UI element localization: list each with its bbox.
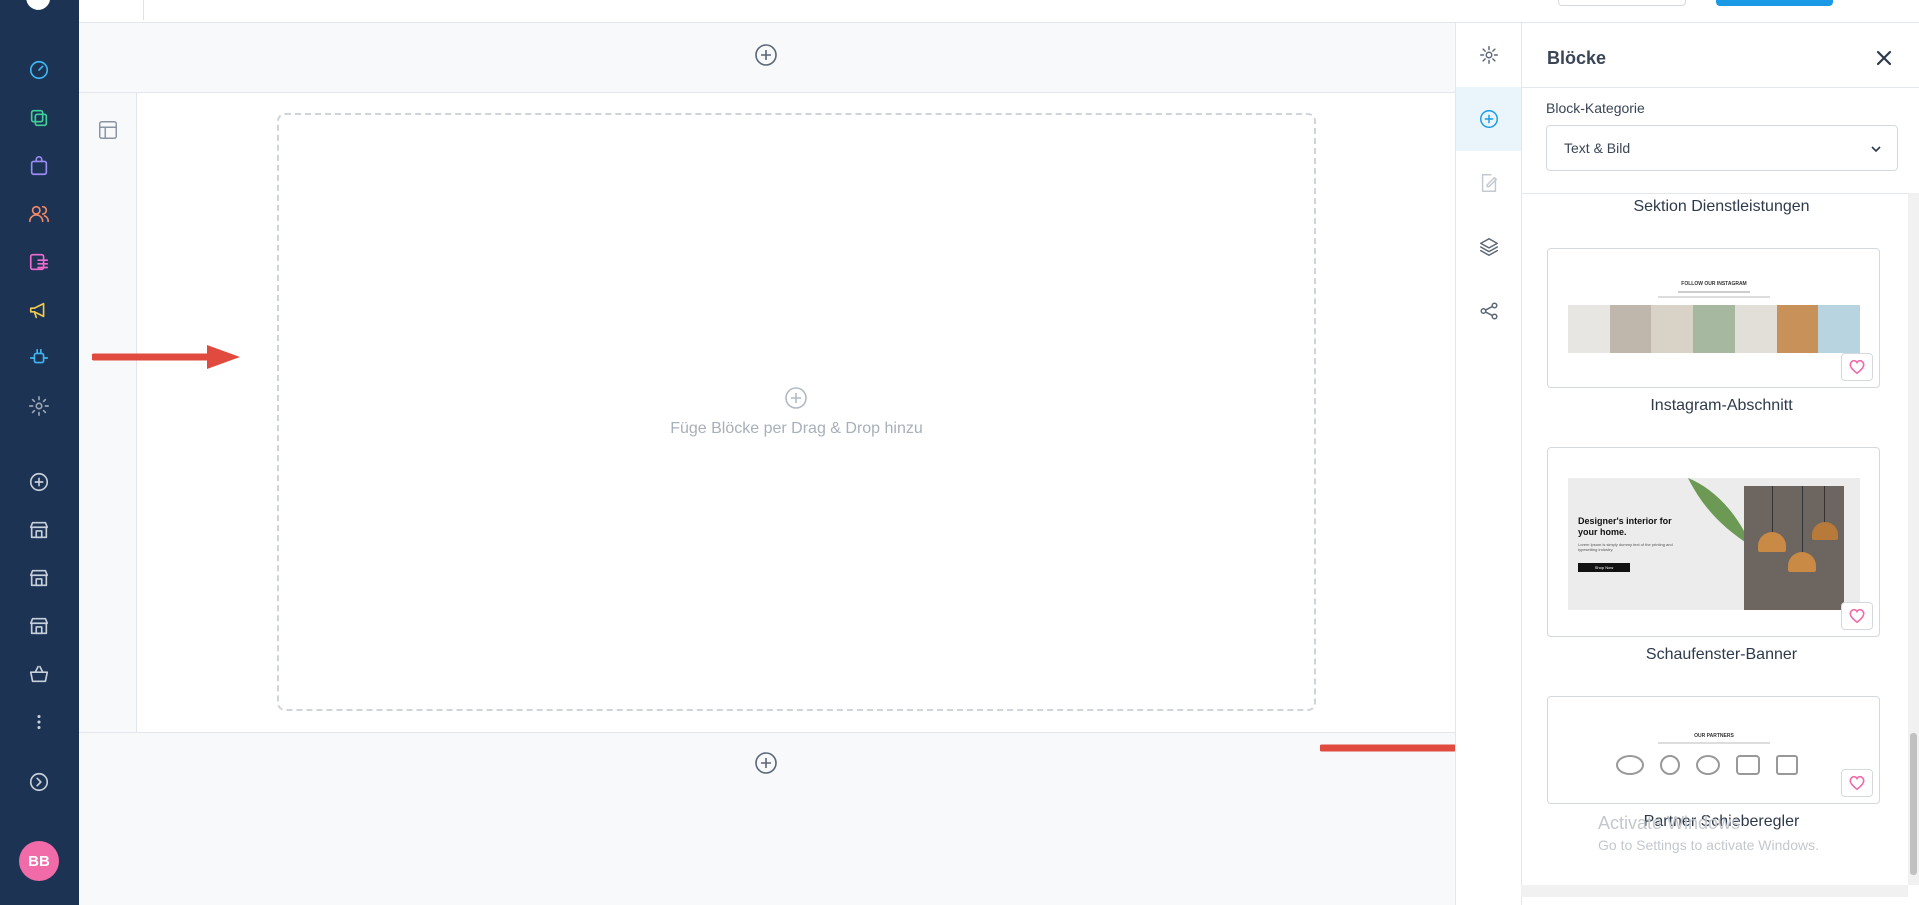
windows-watermark-hint: Go to Settings to activate Windows. [1598,837,1819,853]
gear-icon [1479,46,1498,64]
editor-tool-rail [1455,23,1521,905]
thumb-button: Shop Now [1578,563,1630,572]
plug-connector-icon[interactable] [24,343,54,373]
favorite-button[interactable] [1841,769,1873,797]
top-bar [79,0,1919,23]
store-icon[interactable] [24,515,54,545]
block-name: Schaufenster-Banner [1645,646,1798,663]
block-dropzone[interactable]: Füge Blöcke per Drag & Drop hinzu [277,113,1316,711]
expand-circle-icon[interactable] [24,767,54,797]
add-section-above-icon[interactable] [754,43,778,67]
partner-logo-icon [1736,755,1760,775]
palm-leaf-icon [1688,478,1751,546]
favorite-button[interactable] [1841,353,1873,381]
avatar[interactable]: BB [19,841,59,881]
shopping-bag-icon[interactable] [24,151,54,181]
editor-canvas: Füge Blöcke per Drag & Drop hinzu [79,23,1455,905]
thumb-text-line [1678,291,1750,293]
photo-strip [1568,305,1861,353]
dashboard-gauge-icon[interactable] [24,55,54,85]
layout-icon[interactable] [97,119,119,141]
chevron-down-icon [1871,146,1881,153]
block-name: Instagram-Abschnitt [1650,397,1793,414]
windows-watermark-title: Activate Windows [1598,813,1741,833]
block-list-scrollbar[interactable] [1908,193,1919,885]
red-arrow-icon [92,345,240,369]
thumb-body: Lorem Ipsum is simply dummy text of the … [1578,542,1673,552]
secondary-action-button[interactable] [1558,0,1686,6]
rail-settings-tab[interactable] [1456,23,1521,87]
thumb-heading: FOLLOW OUR INSTAGRAM [1681,281,1747,287]
category-label: Block-Kategorie [1546,100,1645,116]
banner-thumbnail: Designer's interior for your home. Lorem… [1568,478,1860,610]
thumb-text-line [1658,296,1770,298]
add-block-icon [1479,110,1498,128]
users-icon[interactable] [24,199,54,229]
share-nodes-icon [1479,302,1498,320]
horizontal-scrollbar[interactable] [1521,885,1908,897]
partner-logo-icon [1696,755,1720,775]
rail-add-block-tab[interactable] [1456,87,1521,151]
favorite-button[interactable] [1841,602,1873,630]
add-section-below-icon[interactable] [754,751,778,775]
content-list-icon[interactable] [24,247,54,277]
rail-layers-tab[interactable] [1456,215,1521,279]
store-icon[interactable] [24,611,54,641]
block-name: Sektion Dienstleistungen [1633,198,1810,215]
thumb-heading: Designer's interior for your home. [1578,516,1672,537]
scrollbar-thumb[interactable] [1910,733,1917,875]
basket-icon[interactable] [24,659,54,689]
layers-icon [1479,238,1498,256]
blocks-panel: Blöcke Block-Kategorie Text & Bild Sekti… [1521,23,1919,905]
partner-logo-icon [1776,755,1798,775]
close-icon[interactable] [1874,48,1894,68]
app-logo-icon[interactable] [22,0,52,10]
edit-page-icon [1481,174,1497,192]
page-section[interactable]: Füge Blöcke per Drag & Drop hinzu [79,92,1455,733]
block-card-partner-slider[interactable]: OUR PARTNERS [1547,696,1880,804]
rail-share-tab[interactable] [1456,279,1521,343]
add-block-plus-icon[interactable] [784,386,808,410]
category-selected-value: Text & Bild [1564,140,1631,156]
heart-icon [1849,608,1865,624]
partner-logo-icon [1660,755,1680,775]
heart-icon [1849,775,1865,791]
more-vertical-icon[interactable] [24,707,54,737]
megaphone-icon[interactable] [24,295,54,325]
partner-logo-icon [1616,755,1644,775]
block-card-instagram[interactable]: FOLLOW OUR INSTAGRAM [1547,248,1880,388]
thumb-text-line [1658,742,1770,744]
dropzone-hint: Füge Blöcke per Drag & Drop hinzu [670,420,923,437]
settings-gear-icon[interactable] [24,391,54,421]
primary-action-button[interactable] [1716,0,1833,6]
panel-title: Blöcke [1547,48,1607,68]
left-sidebar: BB [0,0,79,905]
block-card-showcase-banner[interactable]: Designer's interior for your home. Lorem… [1547,447,1880,637]
instagram-thumbnail: FOLLOW OUR INSTAGRAM [1568,269,1861,353]
copy-pages-icon[interactable] [24,103,54,133]
add-circle-icon[interactable] [24,467,54,497]
panel-header: Blöcke [1522,23,1919,88]
lamp-photo [1744,486,1844,610]
partner-thumbnail: OUR PARTNERS [1568,717,1860,787]
rail-edit-tab[interactable] [1456,151,1521,215]
topbar-divider [143,0,144,20]
section-gutter [79,93,137,732]
thumb-heading: OUR PARTNERS [1694,733,1734,739]
store-icon[interactable] [24,563,54,593]
heart-icon [1849,359,1865,375]
category-select[interactable]: Text & Bild [1546,125,1898,171]
block-list[interactable]: Sektion Dienstleistungen FOLLOW OUR INST… [1522,193,1919,885]
